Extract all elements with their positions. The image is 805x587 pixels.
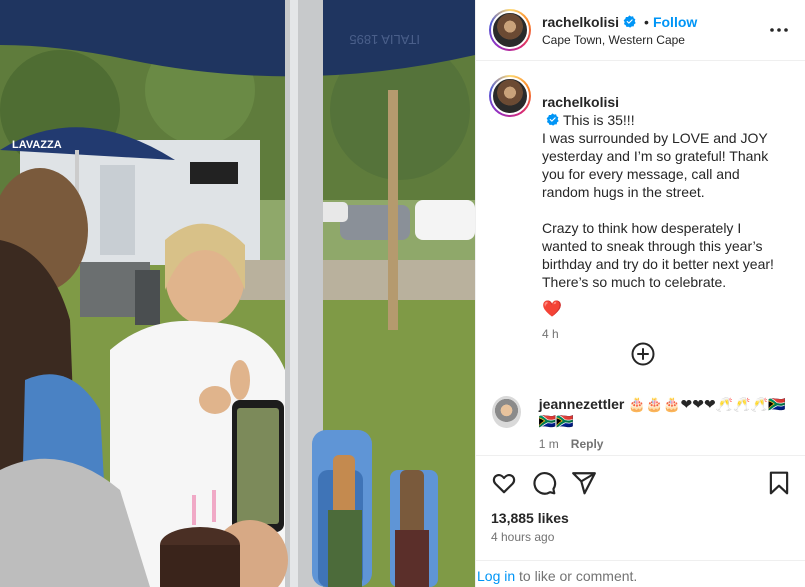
follow-button[interactable]: Follow: [653, 14, 697, 30]
login-prompt-text: to like or comment.: [515, 568, 638, 584]
author-avatar[interactable]: [489, 9, 531, 51]
caption-author-avatar[interactable]: [489, 75, 531, 117]
post-caption: rachelkolisi This is 35!!! I was surroun…: [476, 61, 805, 343]
caption-heart-emoji: ❤️: [542, 301, 562, 318]
login-prompt: Log in to like or comment.: [476, 560, 805, 587]
post-location[interactable]: Cape Town, Western Cape: [542, 33, 767, 47]
header-separator: •: [644, 13, 649, 30]
post-header: rachelkolisi • Follow Cape Town, Western…: [476, 0, 805, 61]
commenter-avatar[interactable]: [492, 396, 521, 428]
author-username[interactable]: rachelkolisi: [542, 14, 619, 30]
caption-text: I was surrounded by LOVE and JOY yesterd…: [542, 130, 774, 290]
more-options-icon[interactable]: [767, 18, 791, 42]
lavazza-logo: LAVAZZA: [12, 139, 62, 151]
comment-icon[interactable]: [531, 470, 557, 496]
commenter-username[interactable]: jeannezettler: [539, 396, 625, 412]
add-comment-icon[interactable]: [631, 342, 655, 366]
bookmark-icon[interactable]: [766, 470, 792, 496]
reply-button[interactable]: Reply: [571, 437, 604, 451]
likes-count[interactable]: 13,885 likes: [491, 510, 792, 526]
post-timestamp[interactable]: 4 hours ago: [491, 530, 792, 544]
comment-item: jeannezettler 🎂🎂🎂❤❤❤🥂🥂🥂🇿🇦🇿🇦🇿🇦 1 m Reply: [492, 396, 792, 453]
birthday-photo-illustration: LAVAZZA ITALIA 1895: [0, 0, 475, 587]
verified-badge-icon: [623, 15, 636, 28]
post-dialog: LAVAZZA ITALIA 1895 rachelkolisi • Follo…: [0, 0, 805, 587]
caption-lead: This is 35!!!: [563, 112, 635, 128]
share-icon[interactable]: [571, 470, 597, 496]
post-side-panel: rachelkolisi • Follow Cape Town, Western…: [475, 0, 805, 587]
login-link[interactable]: Log in: [477, 568, 515, 584]
heart-icon[interactable]: [491, 470, 517, 496]
post-actions: 13,885 likes 4 hours ago: [476, 455, 805, 544]
caption-timestamp: 4 h: [542, 327, 559, 341]
comment-timestamp: 1 m: [538, 437, 559, 451]
caption-username[interactable]: rachelkolisi: [542, 94, 619, 110]
umbrella-print: ITALIA 1895: [349, 32, 420, 47]
verified-badge-icon: [546, 113, 559, 126]
post-photo[interactable]: LAVAZZA ITALIA 1895: [0, 0, 475, 587]
